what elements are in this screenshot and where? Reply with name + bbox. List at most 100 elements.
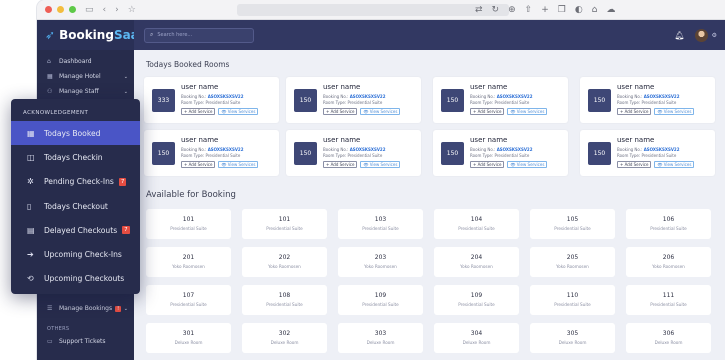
room-number: 303 [374, 330, 387, 337]
view-services-button[interactable]: 👁 View Services [218, 108, 259, 115]
available-room-card[interactable]: 301 Deluxe Room [146, 323, 231, 353]
sidebar-toggle-icon[interactable]: ▭ [85, 0, 94, 20]
sidebar-item-dashboard[interactable]: ⌂ Dashboard [37, 54, 134, 69]
view-services-button[interactable]: 👁 View Services [507, 161, 548, 168]
available-room-card[interactable]: 101 Presidential Suite [242, 209, 327, 239]
main-content: Todays Booked Rooms 333 user name Booking … [134, 50, 725, 360]
booking-number[interactable]: ASOXSKSXSV22 [497, 147, 533, 152]
add-service-button[interactable]: + Add Service [181, 161, 216, 168]
available-room-card[interactable]: 306 Deluxe Room [626, 323, 711, 353]
close-window-dot[interactable] [45, 6, 52, 13]
view-services-button[interactable]: 👁 View Services [507, 108, 548, 115]
booking-number[interactable]: ASOXSKSXSV22 [644, 94, 680, 99]
booked-room-card[interactable]: 333 user name Booking No.: ASOXSKSXSV22 Roo… [144, 77, 279, 123]
view-services-button[interactable]: 👁 View Services [218, 161, 259, 168]
available-room-card[interactable]: 107 Presidential Suite [146, 285, 231, 315]
room-type: Yoko Roomosen [172, 264, 205, 269]
booked-room-card[interactable]: 150 user name Booking No.: ASOXSKSXSV22 Roo… [286, 130, 421, 176]
add-service-button[interactable]: + Add Service [617, 161, 652, 168]
share-icon[interactable]: ⇧ [525, 5, 533, 15]
available-room-card[interactable]: 202 Yoko Roomosen [242, 247, 327, 277]
booked-room-card[interactable]: 150 user name Booking No.: ASOXSKSXSV22 Roo… [286, 77, 421, 123]
available-room-card[interactable]: 110 Presidential Suite [530, 285, 615, 315]
translate-icon[interactable]: ⇄ [475, 5, 483, 15]
booked-room-card[interactable]: 150 user name Booking No.: ASOXSKSXSV22 Roo… [580, 77, 715, 123]
refresh-icon[interactable]: ↻ [492, 5, 500, 15]
new-tab-icon[interactable]: + [541, 5, 549, 15]
add-service-button[interactable]: + Add Service [323, 108, 358, 115]
booked-room-card[interactable]: 150 user name Booking No.: ASOXSKSXSV22 Roo… [144, 130, 279, 176]
available-room-card[interactable]: 205 Yoko Roomosen [530, 247, 615, 277]
available-room-card[interactable]: 109 Presidential Suite [434, 285, 519, 315]
star-icon[interactable]: ☆ [128, 0, 136, 20]
booking-number[interactable]: ASOXSKSXSV22 [350, 147, 386, 152]
booking-number[interactable]: ASOXSKSXSV22 [644, 147, 680, 152]
sidebar-item-manage-staff[interactable]: ⚇ Manage Staff ⌄ [37, 84, 134, 99]
add-service-button[interactable]: + Add Service [470, 108, 505, 115]
room-number: 106 [662, 216, 675, 223]
available-room-card[interactable]: 302 Deluxe Room [242, 323, 327, 353]
booked-room-card[interactable]: 150 user name Booking No.: ASOXSKSXSV22 Roo… [433, 77, 568, 123]
booking-number[interactable]: ASOXSKSXSV22 [208, 147, 244, 152]
download-icon[interactable]: ⊕ [508, 5, 516, 15]
forward-icon[interactable]: › [115, 0, 119, 20]
booking-number-line: Booking No.: ASOXSKSXSV22 [617, 94, 680, 99]
available-room-card[interactable]: 108 Presidential Suite [242, 285, 327, 315]
sidebar-item-support-tickets[interactable]: ▭ Support Tickets [37, 334, 134, 349]
add-service-button[interactable]: + Add Service [323, 161, 358, 168]
sidebar-item-manage-bookings[interactable]: ☰ Manage Bookings ! ⌄ [37, 301, 134, 316]
search-input[interactable]: ⌕ Search here... [144, 27, 254, 43]
home-browser-icon[interactable]: ⌂ [592, 5, 598, 15]
room-number: 150 [441, 142, 464, 165]
add-service-button[interactable]: + Add Service [470, 161, 505, 168]
room-type: Presidential Suite [266, 302, 303, 307]
menu-item-todays-booked[interactable]: ▦ Todays Booked [11, 121, 140, 146]
booked-room-card[interactable]: 150 user name Booking No.: ASOXSKSXSV22 Roo… [433, 130, 568, 176]
available-room-card[interactable]: 303 Deluxe Room [338, 323, 423, 353]
menu-item-delayed-checkouts[interactable]: ▤ Delayed Checkouts 7 [11, 218, 140, 242]
view-services-button[interactable]: 👁 View Services [360, 161, 401, 168]
available-room-card[interactable]: 109 Presidential Suite [338, 285, 423, 315]
available-room-card[interactable]: 305 Deluxe Room [530, 323, 615, 353]
room-number: 109 [374, 292, 387, 299]
gear-icon[interactable]: ⚙ [712, 32, 717, 39]
menu-item-todays-checkout[interactable]: ▯ Todays Checkout [11, 194, 140, 218]
available-room-card[interactable]: 106 Presidential Suite [626, 209, 711, 239]
brand-logo[interactable]: ➶ Booking SaaS [37, 20, 147, 50]
available-room-card[interactable]: 304 Deluxe Room [434, 323, 519, 353]
sidebar-item-manage-hotel[interactable]: ▦ Manage Hotel ⌄ [37, 69, 134, 84]
logo-icon: ➶ [45, 28, 56, 42]
tabs-icon[interactable]: ❐ [558, 5, 566, 15]
avatar[interactable] [694, 28, 708, 42]
view-services-button[interactable]: 👁 View Services [654, 161, 695, 168]
menu-item-pending-check-ins[interactable]: ✲ Pending Check-Ins 7 [11, 170, 140, 194]
available-room-card[interactable]: 204 Yoko Roomosen [434, 247, 519, 277]
available-room-card[interactable]: 105 Presidential Suite [530, 209, 615, 239]
address-bar[interactable] [237, 4, 509, 16]
shield-icon[interactable]: ◐ [575, 5, 583, 15]
view-services-button[interactable]: 👁 View Services [360, 108, 401, 115]
add-service-button[interactable]: + Add Service [617, 108, 652, 115]
booked-room-card[interactable]: 150 user name Booking No.: ASOXSKSXSV22 Roo… [580, 130, 715, 176]
available-room-card[interactable]: 206 Yoko Roomosen [626, 247, 711, 277]
add-service-button[interactable]: + Add Service [181, 108, 216, 115]
available-room-card[interactable]: 101 Presidential Suite [146, 209, 231, 239]
booking-number[interactable]: ASOXSKSXSV22 [208, 94, 244, 99]
bell-icon[interactable]: 🔔︎ [674, 31, 684, 40]
room-type: Deluxe Room [462, 340, 491, 345]
maximize-window-dot[interactable] [69, 6, 76, 13]
menu-item-upcoming-checkouts[interactable]: ⟲ Upcoming Checkouts [11, 267, 140, 291]
back-icon[interactable]: ‹ [103, 0, 107, 20]
available-room-card[interactable]: 103 Presidential Suite [338, 209, 423, 239]
minimize-window-dot[interactable] [57, 6, 64, 13]
booking-number[interactable]: ASOXSKSXSV22 [497, 94, 533, 99]
view-services-button[interactable]: 👁 View Services [654, 108, 695, 115]
menu-item-todays-checkin[interactable]: ◫ Todays Checkin [11, 145, 140, 169]
menu-item-upcoming-check-ins[interactable]: ➔ Upcoming Check-Ins [11, 242, 140, 266]
available-room-card[interactable]: 111 Presidential Suite [626, 285, 711, 315]
available-room-card[interactable]: 104 Presidential Suite [434, 209, 519, 239]
booking-number[interactable]: ASOXSKSXSV22 [350, 94, 386, 99]
available-room-card[interactable]: 201 Yoko Roomosen [146, 247, 231, 277]
available-room-card[interactable]: 203 Yoko Roomosen [338, 247, 423, 277]
cloud-icon[interactable]: ☁ [606, 5, 615, 15]
